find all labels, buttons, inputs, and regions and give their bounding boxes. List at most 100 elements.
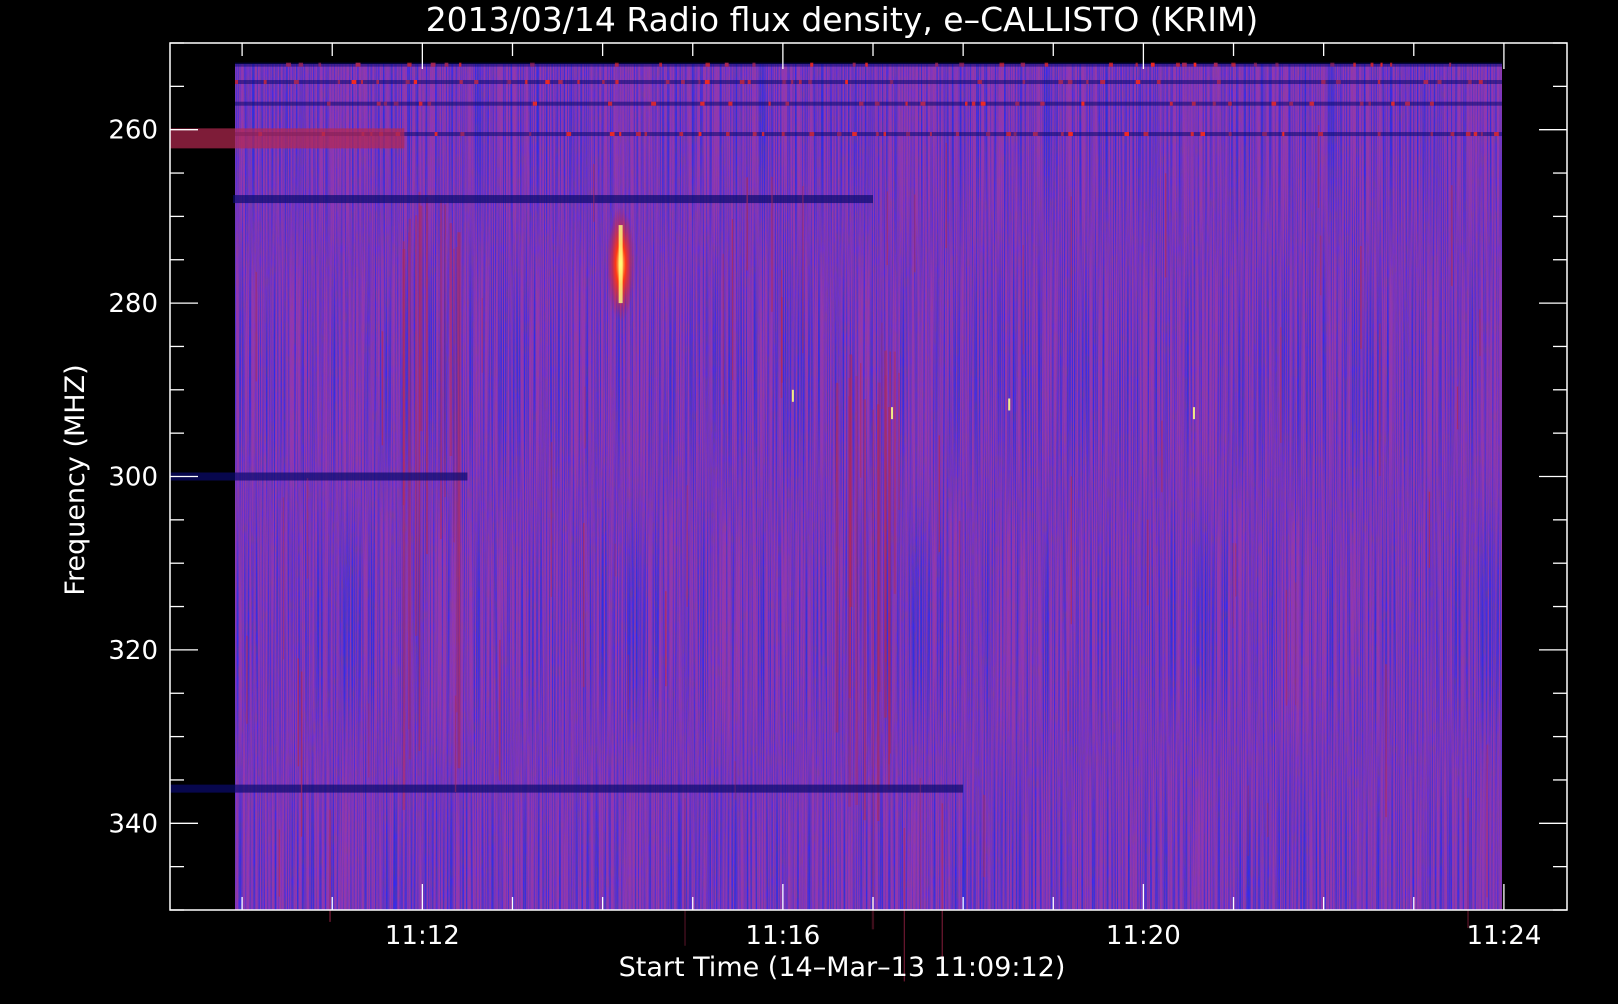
rfi-dot — [1150, 62, 1155, 67]
vertical-streak — [453, 248, 456, 543]
faint-streak — [898, 372, 900, 510]
bright-speck — [791, 389, 794, 402]
rfi-dot — [798, 80, 802, 85]
rfi-dot — [460, 132, 465, 137]
rfi-dot — [1289, 101, 1294, 106]
rfi-dot — [665, 80, 670, 85]
rfi-dot — [1377, 80, 1381, 85]
faint-streak — [1486, 744, 1488, 898]
faint-streak — [941, 803, 943, 963]
faint-streak — [329, 809, 331, 922]
faint-streak — [686, 485, 688, 607]
rfi-dot — [293, 80, 299, 85]
rfi-dot — [782, 80, 786, 85]
faint-streak — [983, 794, 985, 878]
rfi-dot — [1109, 62, 1113, 67]
faint-streak — [919, 778, 921, 909]
rfi-dot — [644, 132, 648, 137]
rfi-dot — [905, 101, 908, 106]
rfi-dot — [1190, 132, 1194, 137]
faint-streak — [255, 271, 257, 382]
rfi-dot — [383, 101, 387, 106]
faint-streak — [1147, 519, 1149, 606]
bright-speck — [1192, 407, 1195, 420]
rfi-dot — [360, 80, 363, 85]
rfi-dot — [971, 101, 976, 106]
rfi-dot — [965, 101, 968, 106]
rfi-dot — [1086, 80, 1089, 85]
x-tick-label: 11:24 — [1466, 921, 1541, 951]
rfi-dot — [1015, 101, 1020, 106]
plot-area — [170, 62, 1502, 982]
rfi-dot — [698, 80, 701, 85]
faint-streak — [300, 671, 303, 837]
rfi-dot — [1480, 132, 1483, 137]
rfi-dot — [1124, 132, 1129, 137]
rfi-dot — [1391, 101, 1395, 106]
rfi-dot — [1032, 132, 1038, 137]
y-tick-label: 300 — [108, 463, 158, 493]
rfi-dot — [376, 80, 380, 85]
spectrogram-streak-texture — [235, 64, 1502, 910]
y-axis-label: Frequency (MHZ) — [60, 364, 91, 595]
rfi-dot — [852, 132, 857, 137]
rfi-dot — [977, 80, 982, 85]
faint-streak — [835, 406, 838, 482]
rfi-dot — [1478, 80, 1483, 85]
rfi-dot — [1044, 62, 1049, 67]
rfi-dot — [1437, 80, 1442, 85]
vertical-streak — [871, 409, 875, 930]
faint-streak — [499, 639, 501, 781]
rfi-dot — [1330, 62, 1335, 67]
rfi-dot — [532, 101, 537, 106]
rfi-dot — [1430, 132, 1433, 137]
rfi-dot — [728, 101, 733, 106]
rfi-dot — [1169, 101, 1173, 106]
rfi-dot — [726, 132, 730, 137]
y-tick-label: 340 — [108, 809, 158, 839]
rfi-dot — [1061, 132, 1064, 137]
faint-streak — [454, 695, 457, 793]
rfi-dot — [529, 132, 532, 137]
bright-burst-core — [618, 225, 623, 304]
rfi-dot — [507, 80, 512, 85]
y-tick-label: 320 — [108, 636, 158, 666]
faint-streak — [1161, 420, 1163, 493]
rfi-dot — [1494, 132, 1499, 137]
rfi-dot — [636, 132, 641, 137]
rfi-dot — [407, 62, 412, 67]
faint-streak — [665, 591, 667, 687]
rfi-row-base — [235, 62, 1502, 67]
vertical-streak — [457, 232, 461, 769]
faint-streak — [627, 654, 629, 710]
rfi-dot — [1468, 80, 1472, 85]
rfi-dot — [1321, 80, 1326, 85]
rfi-dot — [430, 62, 436, 67]
rfi-dot — [808, 80, 812, 85]
rfi-dot — [1390, 62, 1393, 67]
spectrogram-chart: 2013/03/14 Radio flux density, e–CALLIST… — [0, 0, 1618, 1000]
rfi-dot — [1213, 62, 1218, 67]
rfi-dot — [980, 101, 986, 106]
faint-streak — [860, 363, 862, 478]
vertical-streak — [408, 218, 411, 760]
faint-streak — [938, 435, 940, 552]
rfi-dot — [1200, 132, 1206, 137]
x-tick-label: 11:16 — [745, 921, 820, 951]
rfi-dot — [1067, 80, 1073, 85]
rfi-dot — [1262, 132, 1267, 137]
rfi-dot — [351, 80, 357, 85]
rfi-dot — [337, 80, 341, 85]
rfi-dot — [955, 132, 959, 137]
rfi-dot — [724, 62, 729, 67]
vertical-streak — [855, 376, 859, 805]
rfi-dot — [747, 80, 751, 85]
faint-streak — [583, 523, 585, 688]
rfi-dot — [679, 132, 684, 137]
rfi-dot — [752, 62, 756, 67]
rfi-dot — [1081, 101, 1085, 106]
faint-streak — [914, 194, 916, 273]
rfi-dot — [768, 101, 771, 106]
rfi-dot — [609, 132, 615, 137]
rfi-dot — [1370, 62, 1374, 67]
